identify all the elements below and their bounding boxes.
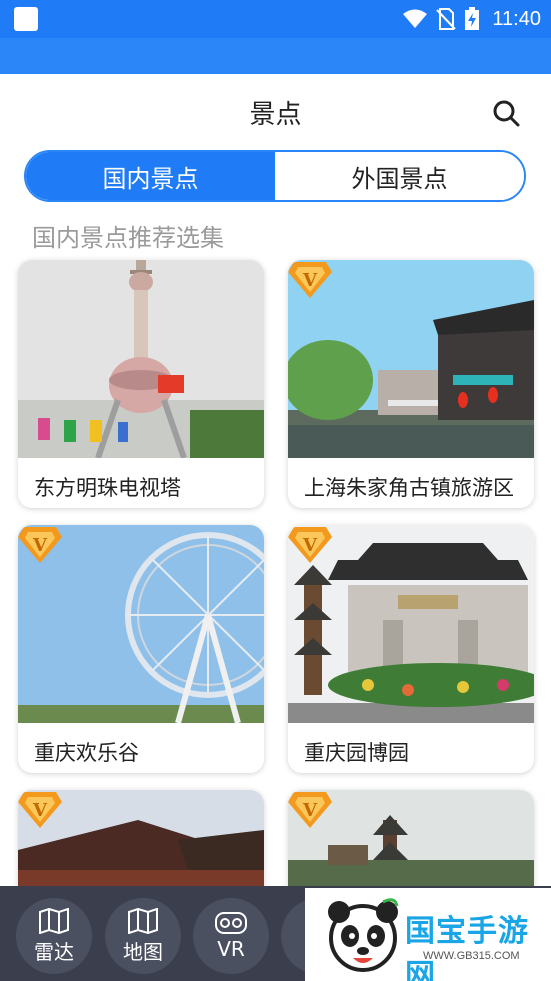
search-button[interactable] <box>491 98 521 128</box>
attraction-card[interactable]: V 重庆园博园 <box>288 525 534 773</box>
wifi-icon <box>403 9 428 28</box>
svg-text:V: V <box>32 800 48 821</box>
no-sim-icon <box>436 8 457 30</box>
status-icons: 11:40 <box>402 0 541 38</box>
attraction-card[interactable]: 东方明珠电视塔 <box>18 260 264 508</box>
app-bar <box>0 38 551 74</box>
attraction-photo: V <box>18 525 264 723</box>
vip-badge-icon: V <box>288 262 332 298</box>
attraction-name: 东方明珠电视塔 <box>34 476 181 500</box>
attraction-name: 重庆园博园 <box>304 741 409 765</box>
page-title: 景点 <box>249 100 302 130</box>
vip-badge-icon: V <box>18 527 62 563</box>
vip-badge-icon: V <box>18 792 62 828</box>
watermark-logo: 国宝手游网 WWW.GB315.COM <box>305 888 551 981</box>
nav-map-button[interactable]: 地图 <box>105 898 181 974</box>
clock: 11:40 <box>492 7 541 30</box>
attraction-card[interactable]: V 上海朱家角古镇旅游区 <box>288 260 534 508</box>
watermark-brand: 国宝手游网 <box>405 914 529 981</box>
attraction-name: 上海朱家角古镇旅游区 <box>304 476 514 500</box>
status-bar: 11:40 <box>0 0 551 38</box>
nav-radar-button[interactable]: 雷达 <box>16 898 92 974</box>
panda-logo-icon <box>328 898 399 972</box>
battery-charging-icon <box>465 7 480 30</box>
vr-goggles-icon <box>215 912 247 934</box>
region-tabs: 国内景点 外国景点 <box>24 150 526 202</box>
section-title: 国内景点推荐选集 <box>32 224 224 252</box>
vip-badge-icon: V <box>288 527 332 563</box>
notification-icon <box>14 7 38 31</box>
nav-label: 地图 <box>123 939 163 964</box>
svg-text:V: V <box>32 535 48 556</box>
attraction-card[interactable]: V 重庆欢乐谷 <box>18 525 264 773</box>
tab-foreign[interactable]: 外国景点 <box>275 152 524 200</box>
map-icon <box>39 907 69 934</box>
svg-text:V: V <box>302 800 318 821</box>
nav-label: 雷达 <box>34 939 74 964</box>
attraction-photo: V <box>288 260 534 458</box>
watermark-url: WWW.GB315.COM <box>423 950 520 962</box>
nav-vr-button[interactable]: VR <box>193 898 269 974</box>
vip-badge-icon: V <box>288 792 332 828</box>
title-bar: 景点 <box>0 74 551 148</box>
map-icon <box>128 907 158 934</box>
attraction-photo: V <box>288 525 534 723</box>
svg-text:V: V <box>302 535 318 556</box>
tab-domestic[interactable]: 国内景点 <box>26 152 275 200</box>
svg-text:V: V <box>302 270 318 291</box>
search-icon <box>493 100 520 127</box>
attraction-photo <box>18 260 264 458</box>
nav-label: VR <box>217 937 245 961</box>
attraction-name: 重庆欢乐谷 <box>34 741 139 765</box>
